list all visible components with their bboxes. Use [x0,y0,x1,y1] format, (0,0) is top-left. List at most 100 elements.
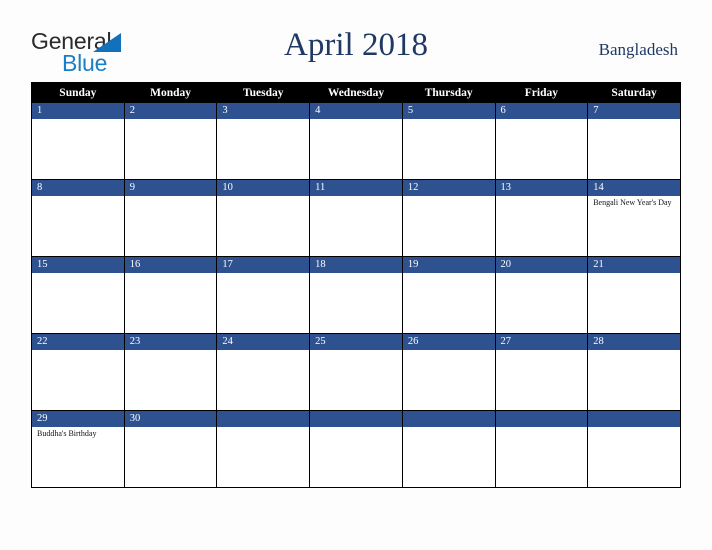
day-number: 10 [217,180,310,196]
day-events [588,427,680,429]
day-events [403,350,495,352]
day-number: 23 [124,334,217,350]
day-number: 15 [32,257,124,273]
calendar-day-cell[interactable]: 8 [31,179,125,257]
day-events [217,427,309,429]
calendar-body: 1 2 3 4 5 6 7 8 9 10 11 12 13 14 Bengali New Year's Da… [31,102,681,488]
day-number: 11 [310,180,402,196]
calendar-week-row: 15 16 17 18 19 20 21 [31,256,681,334]
calendar-day-cell[interactable]: 14 Bengali New Year's Day [587,179,681,257]
day-number: 28 [588,334,680,350]
day-number: 18 [310,257,402,273]
calendar-day-cell[interactable]: 29 Buddha's Birthday [31,410,125,488]
day-number [402,411,495,427]
calendar-day-cell[interactable]: 25 [309,333,403,411]
page-header: General Blue April 2018 Bangladesh [0,0,712,82]
day-number: 9 [124,180,217,196]
calendar-day-cell[interactable]: 12 [401,179,496,257]
calendar-day-cell[interactable]: 28 [587,333,681,411]
day-number: 26 [402,334,495,350]
calendar-day-cell[interactable]: 9 [123,179,218,257]
day-number: 19 [402,257,495,273]
day-events [403,196,495,198]
calendar-day-cell[interactable] [494,410,589,488]
day-events [125,350,217,352]
day-events [310,273,402,275]
calendar-day-cell[interactable]: 6 [494,102,589,180]
day-events [217,119,309,121]
day-number: 3 [217,103,310,119]
calendar-day-cell[interactable] [216,410,311,488]
calendar-day-cell[interactable]: 10 [216,179,311,257]
day-number: 13 [495,180,588,196]
calendar-day-cell[interactable]: 4 [309,102,403,180]
calendar-day-cell[interactable]: 5 [401,102,496,180]
day-events [310,350,402,352]
calendar-day-cell[interactable]: 20 [494,256,589,334]
day-number [588,411,680,427]
calendar-week-row: 1234567 [31,102,681,180]
calendar-day-cell[interactable]: 23 [123,333,218,411]
weekday-header-saturday: Saturday [587,82,681,103]
weekday-header-friday: Friday [494,82,589,103]
calendar-day-cell[interactable]: 15 [31,256,125,334]
calendar-day-cell[interactable]: 1 [31,102,125,180]
calendar-day-cell[interactable]: 21 [587,256,681,334]
calendar-day-cell[interactable]: 17 [216,256,311,334]
day-events [310,196,402,198]
calendar-day-cell[interactable]: 11 [309,179,403,257]
calendar-grid: Sunday Monday Tuesday Wednesday Thursday… [31,82,681,488]
day-events [125,427,217,429]
weekday-header-wednesday: Wednesday [309,82,403,103]
day-number: 24 [217,334,310,350]
day-events [496,350,588,352]
calendar-day-cell[interactable]: 27 [494,333,589,411]
day-events [125,273,217,275]
day-events [588,273,680,275]
day-number: 8 [32,180,124,196]
calendar-day-cell[interactable]: 16 [123,256,218,334]
calendar-day-cell[interactable] [401,410,496,488]
day-number: 27 [495,334,588,350]
day-number: 22 [32,334,124,350]
day-number: 17 [217,257,310,273]
calendar-day-cell[interactable]: 7 [587,102,681,180]
holiday-label: Bengali New Year's Day [593,198,672,207]
day-events [588,350,680,352]
day-events: Buddha's Birthday [32,427,124,439]
calendar-day-cell[interactable] [587,410,681,488]
calendar-day-cell[interactable]: 30 [123,410,218,488]
weekday-header-row: Sunday Monday Tuesday Wednesday Thursday… [31,82,681,103]
day-events [32,350,124,352]
day-events [217,273,309,275]
day-number [495,411,588,427]
day-number: 6 [495,103,588,119]
day-number: 14 [588,180,680,196]
calendar-week-row: 22 23 24 25 26 27 28 [31,333,681,411]
day-events [496,119,588,121]
day-number: 16 [124,257,217,273]
day-number: 30 [124,411,217,427]
day-number: 29 [32,411,124,427]
calendar-day-cell[interactable]: 2 [123,102,218,180]
day-events [217,350,309,352]
day-events [403,273,495,275]
calendar-day-cell[interactable] [309,410,403,488]
calendar-day-cell[interactable]: 3 [216,102,311,180]
calendar-day-cell[interactable]: 13 [494,179,589,257]
day-events [310,119,402,121]
weekday-header-sunday: Sunday [31,82,125,103]
day-number: 12 [402,180,495,196]
calendar-day-cell[interactable]: 26 [401,333,496,411]
calendar-day-cell[interactable]: 24 [216,333,311,411]
weekday-header-thursday: Thursday [401,82,496,103]
calendar-day-cell[interactable]: 19 [401,256,496,334]
day-events [496,427,588,429]
day-events [125,119,217,121]
day-events [403,119,495,121]
day-events [125,196,217,198]
calendar-day-cell[interactable]: 22 [31,333,125,411]
day-number: 7 [588,103,680,119]
day-number: 25 [310,334,402,350]
calendar-day-cell[interactable]: 18 [309,256,403,334]
